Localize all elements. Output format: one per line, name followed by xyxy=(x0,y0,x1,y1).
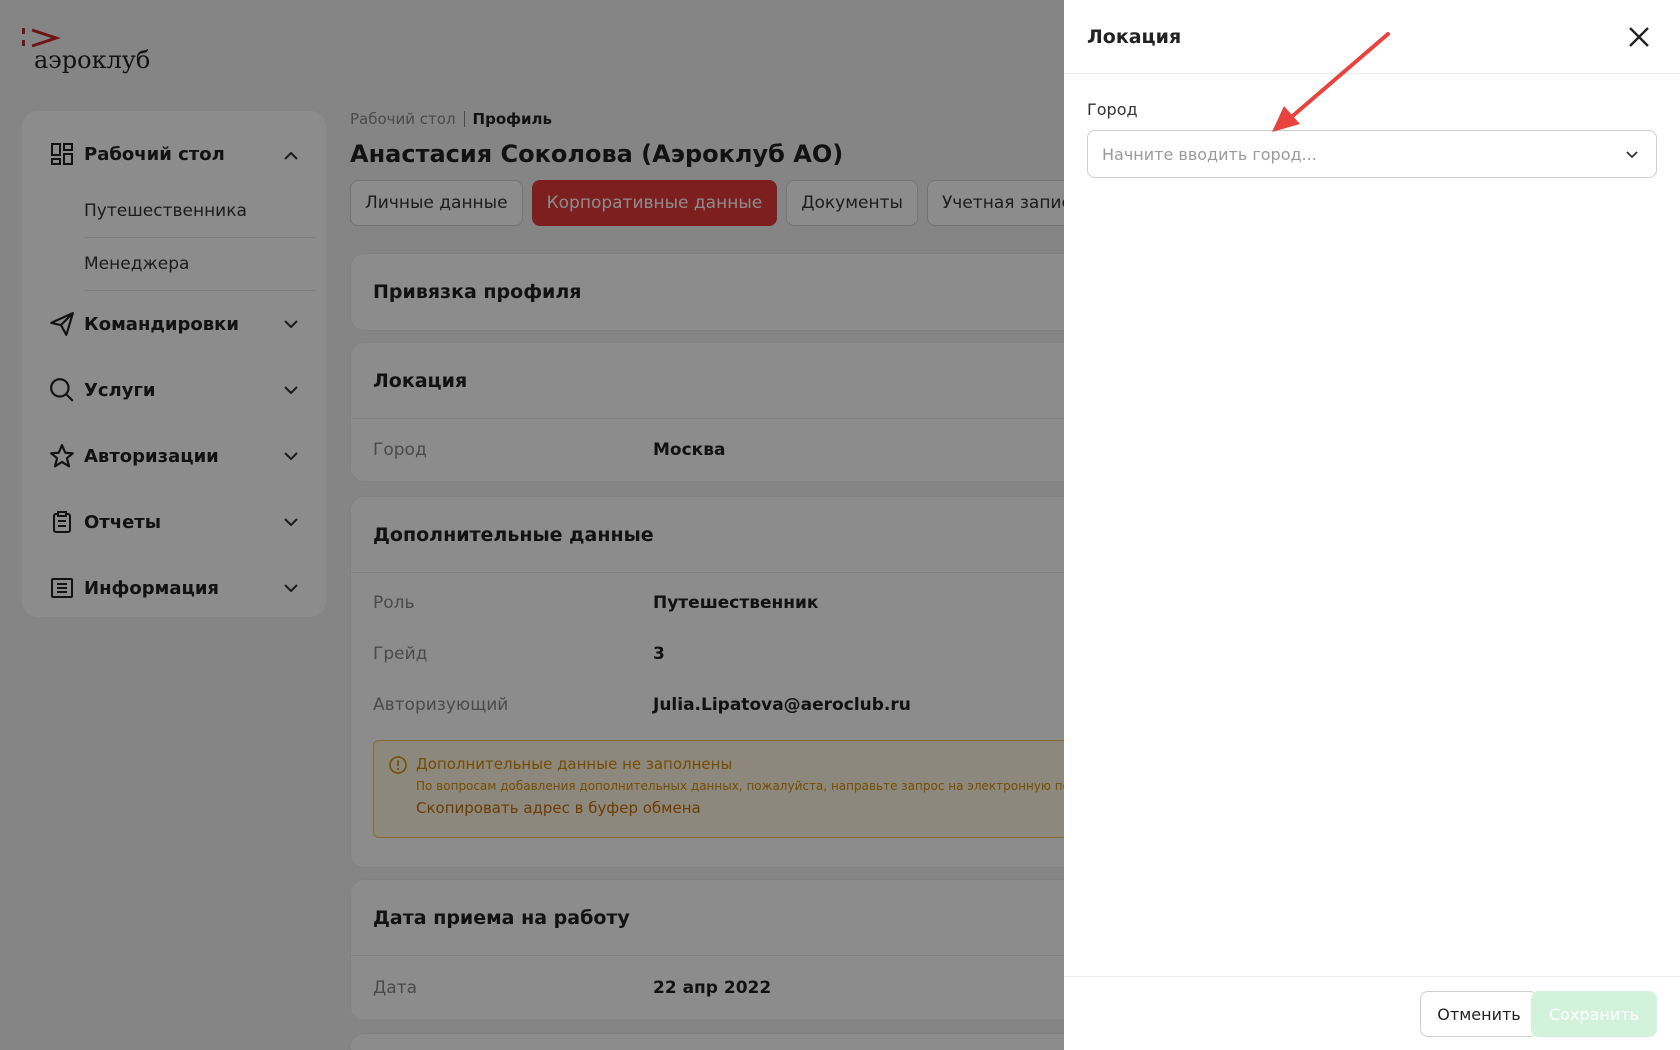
save-button[interactable]: Сохранить xyxy=(1531,991,1657,1037)
cancel-button[interactable]: Отменить xyxy=(1420,991,1538,1037)
city-field-label: Город xyxy=(1087,100,1138,119)
chevron-down-icon[interactable] xyxy=(1624,147,1640,163)
city-select[interactable] xyxy=(1087,130,1657,178)
location-drawer: Локация Город Отменить Сохранить xyxy=(1064,0,1680,1050)
close-icon[interactable] xyxy=(1626,24,1652,50)
drawer-title: Локация xyxy=(1087,25,1182,48)
drawer-footer: Отменить Сохранить xyxy=(1064,976,1680,1050)
drawer-header: Локация xyxy=(1064,0,1680,74)
city-input[interactable] xyxy=(1102,144,1602,164)
